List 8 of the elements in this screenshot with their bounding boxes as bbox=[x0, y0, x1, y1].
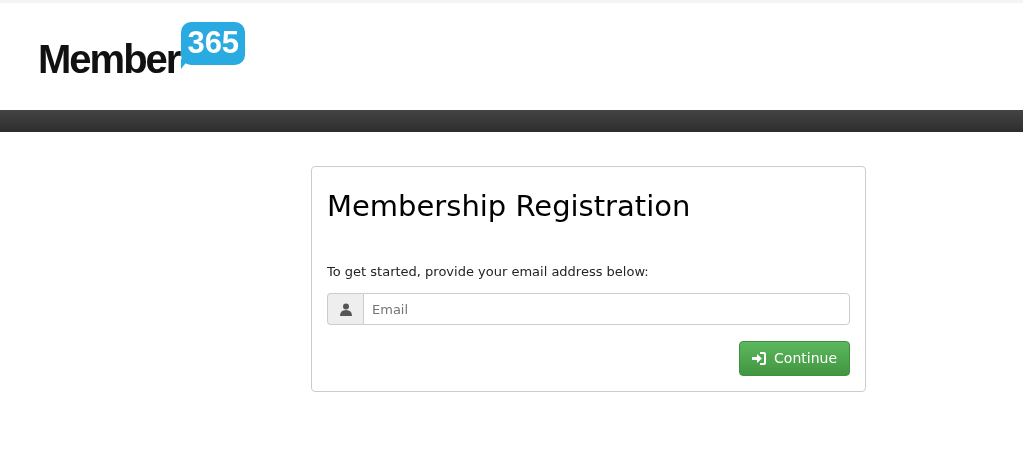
email-field[interactable]: Email bbox=[363, 293, 850, 326]
sign-in-icon bbox=[752, 352, 767, 366]
form-title: Membership Registration bbox=[327, 189, 692, 224]
continue-button[interactable]: Continue bbox=[739, 341, 850, 377]
logo-badge: 365 bbox=[181, 22, 246, 65]
instruction-text: To get started, provide your email address below: bbox=[327, 262, 650, 281]
logo-text: Member bbox=[38, 39, 180, 79]
user-icon bbox=[339, 302, 352, 316]
